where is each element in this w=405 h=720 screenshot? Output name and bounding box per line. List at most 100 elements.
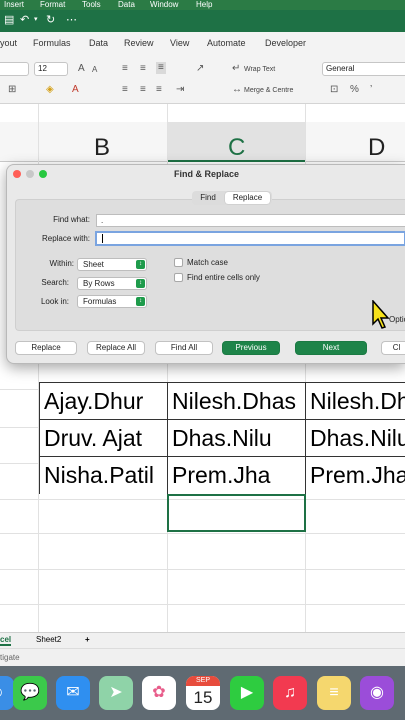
find-replace-dialog: Find & Replace Find Replace Find what: .… (6, 164, 405, 364)
replace-with-input[interactable] (95, 231, 405, 246)
column-header-d[interactable]: D (368, 134, 385, 162)
notes-icon[interactable]: ≡ (317, 676, 351, 710)
menu-format[interactable]: Format (40, 0, 65, 9)
align-top-icon[interactable]: ≡ (122, 63, 128, 75)
ribbon-tabs: yout Formulas Data Review View Automate … (0, 32, 405, 54)
tab-data[interactable]: Data (89, 38, 108, 48)
finder-icon[interactable]: ☺ (0, 676, 14, 710)
align-middle-icon[interactable]: ≡ (140, 63, 146, 75)
font-size-box[interactable]: 12 (34, 62, 68, 76)
messages-icon[interactable]: 💬 (13, 676, 47, 710)
match-case-checkbox[interactable] (174, 258, 183, 267)
font-color-icon[interactable]: A (72, 84, 79, 96)
options-button[interactable]: Optio (389, 315, 405, 325)
menu-tools[interactable]: Tools (82, 0, 101, 9)
sheet-tab-sheet2[interactable]: Sheet2 (36, 635, 61, 644)
number-format-value: General (326, 64, 355, 73)
find-what-label: Find what: (53, 215, 90, 224)
dialog-title: Find & Replace (173, 169, 239, 179)
entire-cells-label: Find entire cells only (187, 273, 260, 282)
comma-style-icon[interactable]: ’ (370, 84, 372, 96)
look-in-select[interactable]: Formulas ↕ (77, 295, 147, 308)
menu-data[interactable]: Data (118, 0, 135, 9)
wrap-text-button[interactable]: Wrap Text (244, 65, 275, 75)
align-left-icon[interactable]: ≡ (122, 84, 128, 96)
chevron-updown-icon: ↕ (136, 260, 145, 269)
more-icon[interactable]: ⋯ (66, 13, 77, 27)
menu-window[interactable]: Window (150, 0, 178, 9)
cell-b3[interactable]: Nisha.Patil (40, 457, 167, 494)
merge-icon: ↔ (232, 84, 242, 95)
redo-icon[interactable]: ↻ (46, 13, 55, 27)
decrease-font-icon[interactable]: A (92, 64, 97, 76)
excel-titlebar: ▤ ↶ ▾ ↻ ⋯ (0, 10, 405, 32)
number-format-box[interactable]: General (322, 62, 405, 76)
cell-c2[interactable]: Dhas.Nilu (168, 420, 305, 457)
facetime-icon[interactable]: ▶ (230, 676, 264, 710)
close-button[interactable]: Cl (381, 341, 405, 355)
calendar-icon[interactable]: SEP 15 (186, 676, 220, 710)
indent-icon[interactable]: ⇥ (176, 84, 184, 96)
search-value: By Rows (83, 279, 115, 288)
tab-automate[interactable]: Automate (207, 38, 246, 48)
align-bottom-icon[interactable]: ≡ (156, 62, 166, 74)
status-text: tigate (0, 653, 20, 662)
save-icon[interactable]: ▤ (4, 13, 14, 27)
chevron-updown-icon: ↕ (136, 279, 145, 288)
mail-icon[interactable]: ✉ (56, 676, 90, 710)
calendar-month: SEP (186, 676, 220, 686)
replace-button[interactable]: Replace (15, 341, 77, 355)
menu-insert[interactable]: Insert (4, 0, 24, 9)
sheet-tab-bar: cel Sheet2 + (0, 632, 405, 648)
menu-help[interactable]: Help (196, 0, 212, 9)
mac-menubar: Insert Format Tools Data Window Help (0, 0, 405, 10)
cell-b1[interactable]: Ajay.Dhur (40, 383, 167, 420)
active-cell-selection[interactable] (167, 494, 306, 532)
podcasts-icon[interactable]: ◉ (360, 676, 394, 710)
tab-page-layout[interactable]: yout (0, 38, 17, 48)
cell-c1[interactable]: Nilesh.Dhas (168, 383, 305, 420)
photos-icon[interactable]: ✿ (142, 676, 176, 710)
cell-d2[interactable]: Dhas.Nilu (306, 420, 405, 457)
column-header-b[interactable]: B (94, 134, 110, 162)
cell-d3[interactable]: Prem.Jha (306, 457, 405, 494)
percent-icon[interactable]: % (350, 84, 359, 96)
search-select[interactable]: By Rows ↕ (77, 277, 147, 290)
replace-all-button[interactable]: Replace All (87, 341, 145, 355)
column-header-c[interactable]: C (228, 134, 245, 162)
increase-font-icon[interactable]: A (78, 63, 85, 75)
tab-formulas[interactable]: Formulas (33, 38, 71, 48)
previous-button[interactable]: Previous (222, 341, 280, 355)
next-button[interactable]: Next (295, 341, 367, 355)
status-bar: tigate (0, 648, 405, 666)
tab-replace[interactable]: Replace (225, 192, 270, 204)
mac-dock: ☺ 💬 ✉ ➤ ✿ SEP 15 ▶ ♫ ≡ ◉ (0, 666, 405, 720)
find-all-button[interactable]: Find All (155, 341, 213, 355)
font-name-box[interactable] (0, 62, 29, 76)
cell-b2[interactable]: Druv. Ajat (40, 420, 167, 457)
tab-find[interactable]: Find (192, 191, 224, 205)
add-sheet-button[interactable]: + (85, 635, 90, 644)
currency-icon[interactable]: ⊡ (330, 84, 338, 96)
orientation-icon[interactable]: ↗ (196, 63, 204, 75)
cell-d1[interactable]: Nilesh.Dh (306, 383, 405, 420)
ribbon-toolbar: 12 A A ⊞ ◈ A ≡ ≡ ≡ ↗ ≡ ≡ ≡ ⇥ ↵ Wrap Text… (0, 54, 405, 104)
merge-centre-button[interactable]: Merge & Centre (244, 86, 293, 96)
undo-dropdown-icon[interactable]: ▾ (34, 13, 38, 27)
tab-view[interactable]: View (170, 38, 189, 48)
text-caret (102, 234, 103, 244)
undo-icon[interactable]: ↶ (20, 13, 29, 27)
align-center-icon[interactable]: ≡ (140, 84, 146, 96)
sheet-tab-excel[interactable]: cel (0, 635, 12, 646)
fill-color-icon[interactable]: ◈ (46, 84, 54, 96)
borders-icon[interactable]: ⊞ (8, 84, 16, 96)
maps-icon[interactable]: ➤ (99, 676, 133, 710)
cell-c3[interactable]: Prem.Jha (168, 457, 305, 494)
entire-cells-checkbox[interactable] (174, 273, 183, 282)
within-select[interactable]: Sheet ↕ (77, 258, 147, 271)
tab-developer[interactable]: Developer (265, 38, 306, 48)
tab-review[interactable]: Review (124, 38, 154, 48)
find-what-input[interactable]: . (96, 214, 405, 227)
music-icon[interactable]: ♫ (273, 676, 307, 710)
align-right-icon[interactable]: ≡ (156, 84, 162, 96)
